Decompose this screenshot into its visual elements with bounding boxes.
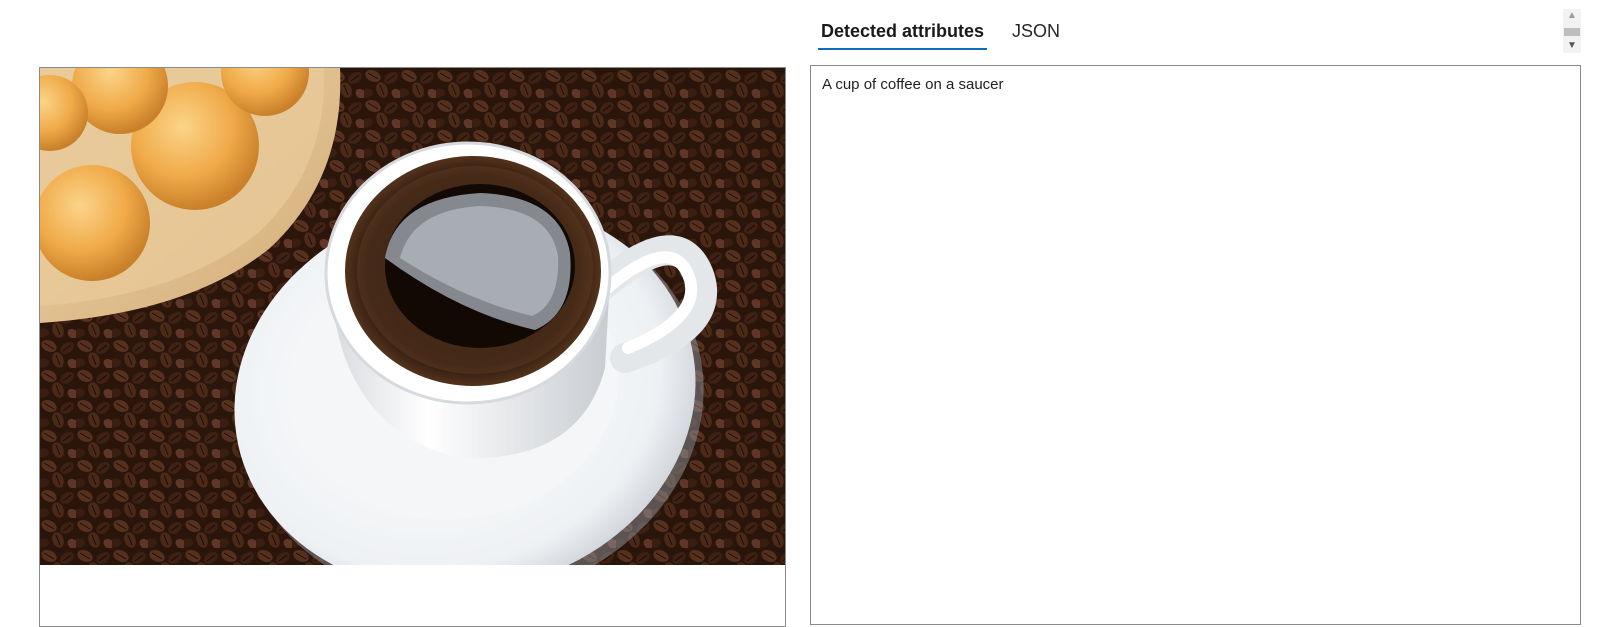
scroll-up-icon[interactable]: ▲	[1563, 9, 1581, 22]
tab-json[interactable]: JSON	[1009, 14, 1063, 50]
result-tabs: Detected attributes JSON	[818, 14, 1085, 54]
scroll-thumb[interactable]	[1564, 28, 1580, 36]
scroll-down-icon[interactable]: ▼	[1563, 39, 1581, 52]
scrollbar[interactable]: ▲ ▼	[1563, 9, 1581, 53]
result-panel: A cup of coffee on a saucer	[810, 65, 1581, 625]
analyzed-photo	[40, 68, 785, 565]
caption-text: A cup of coffee on a saucer	[822, 76, 1004, 93]
image-panel	[39, 67, 786, 627]
tab-detected-attributes[interactable]: Detected attributes	[818, 14, 988, 50]
